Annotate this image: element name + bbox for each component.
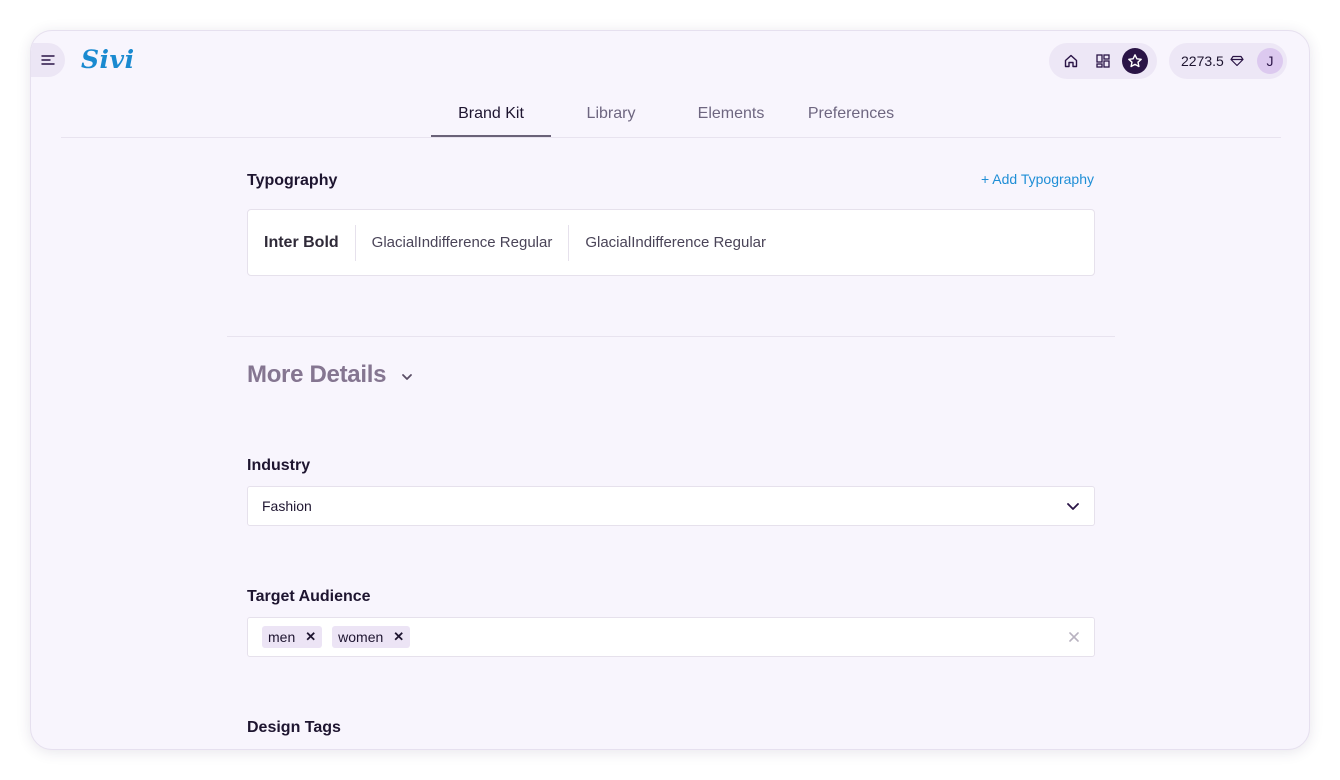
menu-toggle-button[interactable] — [31, 43, 65, 77]
more-details-toggle[interactable]: More Details — [247, 361, 414, 389]
target-audience-label: Target Audience — [247, 588, 371, 605]
font-item[interactable]: Inter Bold — [264, 225, 355, 261]
credits-value: 2273.5 — [1181, 53, 1224, 69]
star-icon — [1128, 54, 1142, 68]
clear-all-button[interactable] — [1068, 631, 1080, 643]
more-details-label: More Details — [247, 361, 387, 388]
font-item[interactable]: GlacialIndifference Regular — [356, 225, 569, 261]
credits-pill[interactable]: 2273.5 J — [1169, 43, 1287, 79]
design-tags-label: Design Tags — [247, 719, 341, 736]
chip-label: men — [268, 629, 296, 645]
dashboard-button[interactable] — [1090, 48, 1116, 74]
chip-label: women — [338, 629, 384, 645]
menu-icon — [41, 55, 55, 65]
tab-bar: Brand Kit Library Elements Preferences — [61, 91, 1281, 138]
industry-value: Fashion — [262, 498, 312, 514]
chevron-down-icon — [1067, 503, 1079, 510]
industry-label: Industry — [247, 457, 311, 474]
audience-chip: women ✕ — [332, 626, 411, 648]
app-window: Sivi 2273.5 J Brand Kit Library Elements… — [30, 30, 1310, 750]
home-icon — [1064, 54, 1078, 68]
typography-title: Typography — [247, 172, 338, 189]
top-nav — [1049, 43, 1157, 79]
diamond-icon — [1230, 55, 1244, 67]
section-divider — [227, 336, 1115, 337]
target-audience-input[interactable]: men ✕ women ✕ — [247, 617, 1095, 657]
tab-library[interactable]: Library — [551, 105, 671, 137]
audience-chip: men ✕ — [262, 626, 323, 648]
chevron-down-icon — [402, 374, 413, 380]
tab-elements[interactable]: Elements — [671, 105, 791, 137]
chip-remove-icon[interactable]: ✕ — [305, 629, 316, 645]
favorites-button[interactable] — [1122, 48, 1148, 74]
add-typography-link[interactable]: + Add Typography — [981, 171, 1094, 187]
avatar[interactable]: J — [1257, 48, 1283, 74]
typography-list: Inter Bold GlacialIndifference Regular G… — [247, 209, 1095, 276]
app-logo[interactable]: Sivi — [81, 45, 135, 74]
dashboard-icon — [1096, 54, 1110, 68]
tab-brand-kit[interactable]: Brand Kit — [431, 105, 551, 137]
chip-remove-icon[interactable]: ✕ — [393, 629, 404, 645]
font-item[interactable]: GlacialIndifference Regular — [569, 225, 782, 261]
tab-preferences[interactable]: Preferences — [791, 105, 911, 137]
home-button[interactable] — [1058, 48, 1084, 74]
close-icon — [1069, 632, 1079, 642]
industry-select[interactable]: Fashion — [247, 486, 1095, 526]
